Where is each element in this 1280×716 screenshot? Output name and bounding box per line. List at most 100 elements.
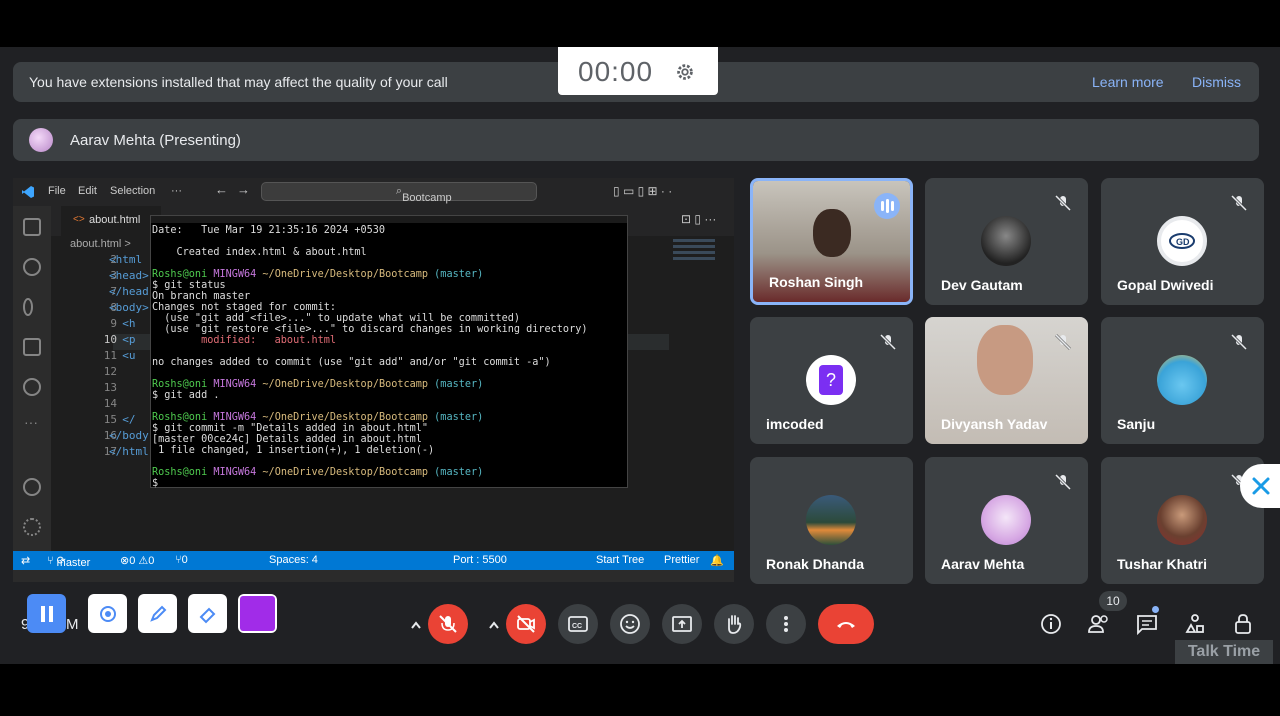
run-icon[interactable] bbox=[23, 378, 41, 396]
reactions-button[interactable] bbox=[610, 604, 650, 644]
ports-status[interactable]: ⑂0 bbox=[175, 554, 188, 566]
eraser-button[interactable] bbox=[188, 594, 227, 633]
vscode-titlebar: File Edit Selection ··· ← → ⌕ Bootcamp ▯… bbox=[13, 178, 734, 206]
tab-about-html[interactable]: <> about.html × bbox=[61, 206, 161, 236]
terminal-line: modified: about.html bbox=[152, 335, 337, 346]
prettier-status[interactable]: Prettier bbox=[664, 554, 699, 566]
participant-tile[interactable]: GD Gopal Dwivedi bbox=[1101, 178, 1264, 305]
learn-more-link[interactable]: Learn more bbox=[1092, 74, 1164, 90]
present-button[interactable] bbox=[662, 604, 702, 644]
participant-tile[interactable]: Aarav Mehta bbox=[925, 457, 1088, 584]
participant-name: imcoded bbox=[766, 416, 824, 432]
menu-selection[interactable]: Selection bbox=[110, 185, 155, 197]
pause-button[interactable] bbox=[27, 594, 66, 633]
account-icon[interactable] bbox=[23, 478, 41, 496]
participant-name: Ronak Dhanda bbox=[766, 556, 865, 572]
floating-extension-button[interactable] bbox=[1240, 464, 1280, 508]
closed-captions-icon: CC bbox=[568, 616, 588, 632]
dismiss-link[interactable]: Dismiss bbox=[1192, 74, 1241, 90]
host-controls-lock-icon[interactable] bbox=[1231, 612, 1255, 636]
pen-button[interactable] bbox=[138, 594, 177, 633]
pointer-icon bbox=[100, 606, 116, 622]
start-tree-status[interactable]: Start Tree bbox=[596, 554, 644, 566]
port-status[interactable]: Port : 5500 bbox=[453, 554, 507, 566]
color-picker-button[interactable] bbox=[238, 594, 277, 633]
participant-tile[interactable]: Ronak Dhanda bbox=[750, 457, 913, 584]
leave-call-button[interactable] bbox=[818, 604, 874, 644]
spaces-status[interactable]: Spaces: 4 bbox=[269, 554, 318, 566]
info-icon[interactable] bbox=[1039, 612, 1063, 636]
more-options-button[interactable] bbox=[766, 604, 806, 644]
source-control-icon[interactable] bbox=[23, 298, 33, 316]
menu-more[interactable]: ··· bbox=[171, 185, 182, 197]
forward-icon[interactable]: → bbox=[237, 182, 250, 197]
hang-up-icon bbox=[837, 622, 855, 628]
problems-status[interactable]: ⊗0 ⚠0 bbox=[120, 554, 154, 567]
presenter-bar: Aarav Mehta (Presenting) bbox=[13, 119, 1259, 161]
editor-actions[interactable]: ⊡ ▯ ··· bbox=[681, 212, 716, 226]
mic-toggle-button[interactable] bbox=[428, 604, 468, 644]
presenter-label: Aarav Mehta (Presenting) bbox=[70, 132, 241, 149]
captions-button[interactable]: CC bbox=[558, 604, 598, 644]
raise-hand-button[interactable] bbox=[714, 604, 754, 644]
participant-name: Dev Gautam bbox=[941, 277, 1023, 293]
avatar bbox=[806, 495, 856, 545]
camera-off-icon bbox=[517, 615, 535, 633]
banner-message: You have extensions installed that may a… bbox=[29, 74, 448, 90]
terminal-command: $ git add . bbox=[152, 390, 220, 401]
vscode-logo-icon bbox=[22, 186, 34, 198]
menu-file[interactable]: File bbox=[48, 185, 66, 197]
person-head bbox=[977, 325, 1033, 395]
activities-icon[interactable] bbox=[1183, 612, 1207, 636]
mic-off-icon bbox=[1054, 194, 1072, 212]
avatar bbox=[1157, 355, 1207, 405]
vscode-statusbar: ⇄ ⑂ master ⟳ ⊗0 ⚠0 ⑂0 Spaces: 4 Port : 5… bbox=[13, 551, 734, 570]
prompt-branch: (master) bbox=[434, 269, 484, 280]
prompt-path: ~/OneDrive/Desktop/Bootcamp bbox=[262, 269, 429, 280]
chat-icon[interactable] bbox=[1135, 612, 1159, 636]
mic-off-icon bbox=[879, 333, 897, 351]
participant-name: Aarav Mehta bbox=[941, 556, 1025, 572]
bell-icon[interactable]: 🔔 bbox=[710, 554, 724, 567]
gear-icon[interactable] bbox=[674, 61, 696, 83]
explorer-icon[interactable] bbox=[23, 218, 41, 236]
extensions-icon[interactable] bbox=[23, 338, 41, 356]
back-icon[interactable]: ← bbox=[215, 182, 228, 197]
participant-name: Roshan Singh bbox=[769, 274, 864, 290]
eraser-icon bbox=[199, 607, 216, 624]
activity-bar: ··· bbox=[13, 206, 51, 552]
participant-tile[interactable]: Tushar Khatri bbox=[1101, 457, 1264, 584]
mic-off-icon bbox=[1054, 473, 1072, 491]
laser-pointer-button[interactable] bbox=[88, 594, 127, 633]
prompt-host: MINGW64 bbox=[213, 467, 257, 478]
search-icon[interactable] bbox=[23, 258, 41, 276]
git-bash-terminal[interactable]: Date: Tue Mar 19 21:35:16 2024 +0530 Cre… bbox=[150, 215, 628, 489]
participant-tile[interactable]: Roshan Singh bbox=[750, 178, 913, 305]
layout-icons[interactable]: ▯ ▭ ▯ ⊞ · · bbox=[613, 184, 672, 198]
branch-status[interactable]: ⑂ master ⟳ bbox=[47, 554, 90, 569]
prompt-user: Roshs@oni bbox=[152, 412, 208, 423]
speaking-indicator-icon bbox=[874, 193, 900, 219]
participant-tile[interactable]: ? imcoded bbox=[750, 317, 913, 444]
command-search[interactable]: ⌕ Bootcamp bbox=[261, 182, 537, 204]
remote-icon[interactable]: ⇄ bbox=[21, 554, 30, 567]
prompt-host: MINGW64 bbox=[213, 412, 257, 423]
minimap[interactable] bbox=[669, 236, 719, 356]
windows-taskbar bbox=[13, 570, 734, 582]
camera-toggle-button[interactable] bbox=[506, 604, 546, 644]
avatar bbox=[981, 495, 1031, 545]
close-x-icon bbox=[1252, 477, 1270, 495]
participant-tile[interactable]: Sanju bbox=[1101, 317, 1264, 444]
mic-off-icon bbox=[1054, 333, 1072, 351]
participant-tile[interactable]: Dev Gautam bbox=[925, 178, 1088, 305]
person-head bbox=[813, 209, 851, 257]
people-icon[interactable] bbox=[1087, 612, 1111, 636]
prompt-host: MINGW64 bbox=[213, 379, 257, 390]
more-vert-icon bbox=[784, 616, 788, 632]
more-icon[interactable]: ··· bbox=[24, 414, 38, 430]
participant-tile[interactable]: Divyansh Yadav bbox=[925, 317, 1088, 444]
settings-gear-icon[interactable] bbox=[23, 518, 41, 536]
terminal-line: (use "git restore <file>..." to discard … bbox=[152, 324, 588, 335]
menu-edit[interactable]: Edit bbox=[78, 185, 97, 197]
prompt-user: Roshs@oni bbox=[152, 379, 208, 390]
